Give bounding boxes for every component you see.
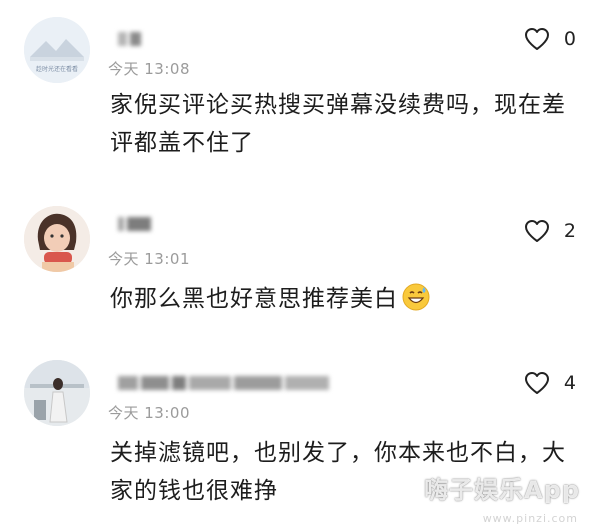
avatar[interactable] xyxy=(24,206,90,272)
landscape-avatar-image xyxy=(24,17,90,83)
like-count: 4 xyxy=(563,372,576,394)
watermark-url: www.pinzi.com xyxy=(482,512,578,525)
comment-time: 今天 13:01 xyxy=(108,250,190,268)
girl-avatar-image xyxy=(24,206,90,272)
username-blurred xyxy=(118,28,141,50)
comment-time: 今天 13:00 xyxy=(108,404,190,422)
grinning-sweat-emoji xyxy=(402,283,430,323)
heart-icon xyxy=(524,28,549,50)
avatar[interactable] xyxy=(24,360,90,426)
comment-text: 你那么黑也好意思推荐美白 xyxy=(110,280,580,323)
username-blurred xyxy=(118,372,329,394)
photo-avatar-image xyxy=(24,360,90,426)
comment-text-content: 你那么黑也好意思推荐美白 xyxy=(110,286,398,312)
like-button[interactable]: 2 xyxy=(524,219,576,243)
avatar-caption: 趁时光还在看看 xyxy=(35,66,78,73)
comment-time: 今天 13:08 xyxy=(108,60,190,78)
username-blurred xyxy=(118,213,151,235)
like-count: 2 xyxy=(563,220,576,242)
avatar[interactable]: 趁时光还在看看 xyxy=(24,17,90,83)
like-button[interactable]: 0 xyxy=(524,27,576,51)
watermark-brand: 嗨子娱乐App xyxy=(424,476,580,504)
comment-item: 今天 13:01 你那么黑也好意思推荐美白 2 xyxy=(0,180,600,350)
comment-item: 趁时光还在看看 今天 13:08 家倪买评论买热搜买弹幕没续费吗，现在差评都盖不… xyxy=(0,0,600,180)
like-count: 0 xyxy=(563,28,576,50)
comment-text: 家倪买评论买热搜买弹幕没续费吗，现在差评都盖不住了 xyxy=(110,92,566,156)
like-button[interactable]: 4 xyxy=(524,371,576,395)
heart-icon xyxy=(524,372,549,394)
heart-icon xyxy=(524,220,549,242)
